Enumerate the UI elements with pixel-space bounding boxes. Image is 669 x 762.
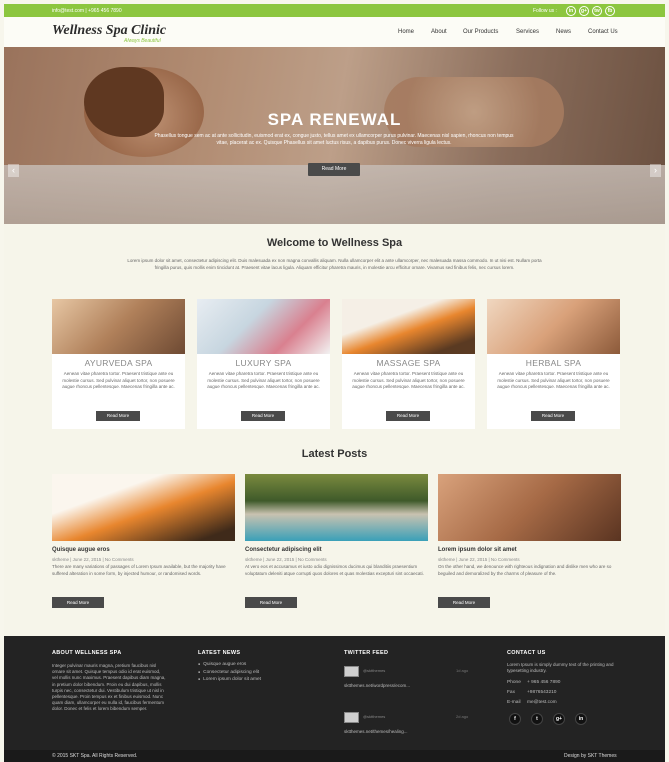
- footer-linkedin-icon[interactable]: in: [575, 713, 587, 725]
- post-card: Lorem ipsum dolor sit amet sktheme | Jun…: [438, 474, 621, 608]
- tweet-handle[interactable]: @sktthemes: [363, 668, 385, 673]
- contact-fax-value: +9876543210: [527, 690, 557, 695]
- service-card-luxury: LUXURY SPA Aenean vitae pharetra tortor.…: [197, 299, 330, 429]
- service-read-more-button[interactable]: Read More: [531, 411, 575, 421]
- contact-phone-value: + 965 456 7890: [527, 680, 561, 685]
- post-read-more-button[interactable]: Read More: [438, 597, 490, 608]
- service-card-ayurveda: AYURVEDA SPA Aenean vitae pharetra torto…: [52, 299, 185, 429]
- post-image[interactable]: [52, 474, 235, 541]
- footer-news-item[interactable]: Consectetur adipiscing elit: [198, 669, 261, 677]
- nav-about[interactable]: About: [431, 29, 447, 35]
- service-read-more-button[interactable]: Read More: [96, 411, 140, 421]
- copyright-text: © 2015 SKT Spa. All Rights Reserved.: [52, 753, 138, 759]
- top-contact-info: info@test.com | +965 456 7890: [52, 8, 122, 14]
- linkedin-icon[interactable]: in: [566, 6, 576, 16]
- contact-phone-row: Phone + 965 456 7890: [507, 680, 560, 685]
- post-card: Quisque augue eros sktheme | June 22, 20…: [52, 474, 235, 608]
- footer-news-list: Quisque augue eros Consectetur adipiscin…: [198, 661, 261, 684]
- hero-read-more-button[interactable]: Read More: [308, 163, 360, 176]
- hero-text: Phasellus tongue sem ac at ante sollicit…: [154, 133, 514, 146]
- latest-posts-title: Latest Posts: [301, 448, 368, 460]
- post-title[interactable]: Quisque augue eros: [52, 547, 235, 553]
- welcome-title: Welcome to Wellness Spa: [266, 237, 403, 249]
- tweet-avatar: [344, 666, 359, 677]
- twitter-icon[interactable]: tw: [592, 6, 602, 16]
- post-read-more-button[interactable]: Read More: [52, 597, 104, 608]
- hero-title: SPA RENEWAL: [267, 110, 402, 129]
- service-name: HERBAL SPA: [525, 358, 582, 368]
- site-logo[interactable]: Wellness Spa Clinic: [52, 23, 166, 39]
- footer-google-plus-icon[interactable]: g+: [553, 713, 565, 725]
- tweet-link[interactable]: sktthemes.net/themes/healing...: [344, 729, 408, 734]
- service-name: LUXURY SPA: [235, 358, 292, 368]
- site-tagline: Always Beautiful: [124, 38, 161, 44]
- top-bar: info@test.com | +965 456 7890 Follow us …: [4, 4, 665, 17]
- tweet-time: 1d ago: [456, 668, 469, 673]
- nav-news[interactable]: News: [556, 29, 571, 35]
- post-title[interactable]: Consectetur adipiscing elit: [245, 547, 428, 553]
- google-plus-icon[interactable]: g+: [579, 6, 589, 16]
- service-read-more-button[interactable]: Read More: [241, 411, 285, 421]
- post-read-more-button[interactable]: Read More: [245, 597, 297, 608]
- service-description: Aenean vitae pharetra tortor. Praesent t…: [352, 371, 465, 389]
- contact-phone-label: Phone: [507, 680, 521, 685]
- hero-slider: SPA RENEWAL Phasellus tongue sem ac at a…: [4, 47, 665, 224]
- service-description: Aenean vitae pharetra tortor. Praesent t…: [207, 371, 320, 389]
- post-meta: sktheme | June 22, 2015 | No Comments: [438, 557, 520, 562]
- post-meta: sktheme | June 22, 2015 | No Comments: [245, 557, 327, 562]
- post-excerpt: There are many variations of passages of…: [52, 564, 226, 576]
- slider-prev-icon[interactable]: ‹: [8, 164, 19, 177]
- service-name: MASSAGE SPA: [376, 358, 441, 368]
- post-image[interactable]: [438, 474, 621, 541]
- service-image-luxury: [197, 299, 330, 354]
- service-image-ayurveda: [52, 299, 185, 354]
- footer-contact-text: Lorem Ipsum is simply dummy text of the …: [507, 662, 614, 674]
- service-description: Aenean vitae pharetra tortor. Praesent t…: [62, 371, 175, 389]
- tweet-handle[interactable]: @sktthemes: [363, 714, 385, 719]
- service-image-massage: [342, 299, 475, 354]
- service-image-herbal: [487, 299, 620, 354]
- contact-email-value[interactable]: me@test.com: [527, 700, 557, 705]
- service-card-massage: MASSAGE SPA Aenean vitae pharetra tortor…: [342, 299, 475, 429]
- footer-news-heading: LATEST NEWS: [198, 650, 241, 656]
- post-title[interactable]: Lorem ipsum dolor sit amet: [438, 547, 621, 553]
- service-name: AYURVEDA SPA: [84, 358, 153, 368]
- tweet-link[interactable]: sktthemes.net/wordpress/ecom...: [344, 683, 410, 688]
- post-meta: sktheme | June 22, 2015 | No Comments: [52, 557, 134, 562]
- follow-us-label: Follow us :: [533, 8, 557, 14]
- footer-news-item[interactable]: Quisque augue eros: [198, 661, 261, 669]
- tweet-avatar: [344, 712, 359, 723]
- design-credit[interactable]: Design by SKT Themes: [564, 753, 617, 759]
- contact-fax-row: Fax +9876543210: [507, 690, 556, 695]
- footer-twitter-heading: TWITTER FEED: [344, 650, 389, 656]
- facebook-icon[interactable]: fb: [605, 6, 615, 16]
- welcome-text: Lorem ipsum dolor sit amet, consectetur …: [127, 258, 542, 270]
- footer-about-text: Integer pulvinar mauris magna, pretium f…: [52, 663, 166, 712]
- nav-our-products[interactable]: Our Products: [463, 29, 498, 35]
- footer-twitter-icon[interactable]: t: [531, 713, 543, 725]
- service-read-more-button[interactable]: Read More: [386, 411, 430, 421]
- page: info@test.com | +965 456 7890 Follow us …: [4, 4, 665, 762]
- service-card-herbal: HERBAL SPA Aenean vitae pharetra tortor.…: [487, 299, 620, 429]
- footer-facebook-icon[interactable]: f: [509, 713, 521, 725]
- nav-services[interactable]: Services: [516, 29, 539, 35]
- post-card: Consectetur adipiscing elit sktheme | Ju…: [245, 474, 428, 608]
- contact-email-row: E-mail me@test.com: [507, 700, 557, 705]
- post-image[interactable]: [245, 474, 428, 541]
- footer-contact-heading: CONTACT US: [507, 650, 546, 656]
- footer-about-heading: ABOUT WELLNESS SPA: [52, 650, 122, 656]
- bottom-bar: © 2015 SKT Spa. All Rights Reserved. Des…: [4, 750, 665, 762]
- nav-home[interactable]: Home: [398, 29, 414, 35]
- service-description: Aenean vitae pharetra tortor. Praesent t…: [497, 371, 610, 389]
- contact-fax-label: Fax: [507, 690, 515, 695]
- post-excerpt: At vero eos et accusamus et iusto odio d…: [245, 564, 424, 576]
- post-excerpt: On the other hand, we denounce with righ…: [438, 564, 612, 576]
- site-footer: ABOUT WELLNESS SPA Integer pulvinar maur…: [4, 636, 665, 750]
- slider-next-icon[interactable]: ›: [650, 164, 661, 177]
- nav-contact-us[interactable]: Contact Us: [588, 29, 618, 35]
- site-header: Wellness Spa Clinic Always Beautiful Hom…: [4, 17, 665, 47]
- contact-email-label: E-mail: [507, 700, 521, 705]
- tweet-time: 2d ago: [456, 714, 469, 719]
- footer-news-item[interactable]: Lorem ipsum dolor sit amet: [198, 676, 261, 684]
